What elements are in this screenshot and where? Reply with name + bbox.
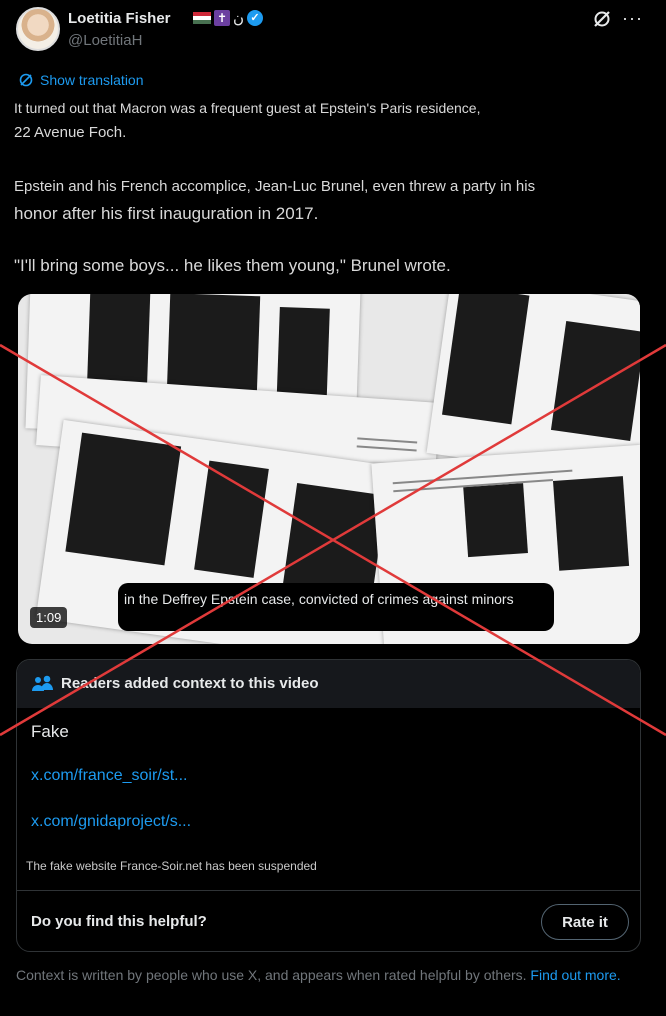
post-text-line: honor after his first inauguration in 20… <box>14 204 319 223</box>
cross-icon: ✝ <box>214 10 230 26</box>
video-player[interactable]: 1:09 in the Deffrey Epstein case, convic… <box>18 294 640 644</box>
divider <box>17 890 640 891</box>
hungary-flag-icon <box>193 11 211 25</box>
note-source-link[interactable]: x.com/gnidaproject/s... <box>31 813 191 831</box>
community-note-title: Readers added context to this video <box>61 675 319 692</box>
author-display-name[interactable]: Loetitia Fisher <box>68 10 171 27</box>
grok-icon[interactable] <box>592 9 612 29</box>
more-icon[interactable]: ··· <box>622 8 643 29</box>
show-translation-label: Show translation <box>40 72 144 88</box>
footer-text: Context is written by people who use X, … <box>16 967 527 983</box>
nun-badge: ن <box>233 10 245 27</box>
post-text-line: It turned out that Macron was a frequent… <box>14 100 481 116</box>
author-handle[interactable]: @LoetitiaH <box>68 32 142 49</box>
find-out-more-link[interactable]: Find out more. <box>530 967 620 983</box>
community-note-subtext: The fake website France-Soir.net has bee… <box>26 859 317 873</box>
avatar[interactable] <box>16 7 60 51</box>
show-translation-link[interactable]: Show translation <box>18 72 144 88</box>
rate-it-button[interactable]: Rate it <box>541 904 629 940</box>
verified-icon: ✓ <box>247 10 264 26</box>
video-duration: 1:09 <box>30 607 68 628</box>
readers-icon <box>32 675 53 691</box>
translate-icon <box>19 73 33 87</box>
community-note: Readers added context to this video Fake… <box>16 659 641 952</box>
community-note-header[interactable]: Readers added context to this video <box>17 660 640 708</box>
community-note-footer: Context is written by people who use X, … <box>16 966 646 984</box>
note-source-link[interactable]: x.com/france_soir/st... <box>31 767 188 785</box>
community-note-verdict: Fake <box>31 722 69 741</box>
post-text-line: "I'll bring some boys... he likes them y… <box>14 256 451 275</box>
video-caption: in the Deffrey Epstein case, convicted o… <box>118 583 554 631</box>
author-badges: ✝ ن ✓ <box>193 9 264 27</box>
helpful-question: Do you find this helpful? <box>31 913 207 930</box>
post-text-line: Epstein and his French accomplice, Jean-… <box>14 178 536 195</box>
post-text-line: 22 Avenue Foch. <box>14 124 127 141</box>
